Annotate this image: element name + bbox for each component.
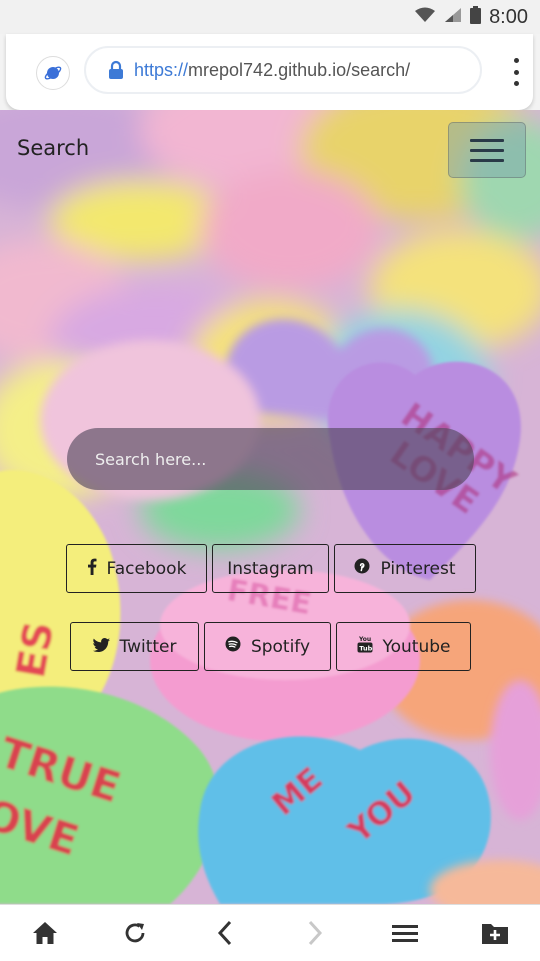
twitter-button[interactable]: Twitter [70,622,199,671]
youtube-icon: You Tube [357,635,377,658]
back-icon[interactable] [198,906,252,960]
lock-icon [108,60,124,80]
facebook-button[interactable]: Facebook [66,544,207,593]
reload-icon[interactable] [108,906,162,960]
menu-icon[interactable] [378,906,432,960]
pinterest-label: Pinterest [380,558,456,579]
add-tab-icon[interactable] [468,906,522,960]
forward-icon[interactable] [288,906,342,960]
nav-toggle-button[interactable] [448,122,526,178]
facebook-icon [87,558,97,580]
svg-text:ES: ES [8,618,63,681]
hamburger-bar [470,148,504,152]
hamburger-bar [470,158,504,162]
status-time: 8:00 [489,5,528,28]
youtube-button[interactable]: You Tube Youtube [336,622,471,671]
pinterest-button[interactable]: Pinterest [334,544,476,593]
instagram-label: Instagram [227,558,314,579]
url-bar[interactable]: https://mrepol742.github.io/search/ [84,46,482,94]
wifi-icon [414,7,436,27]
search-input[interactable] [67,428,474,490]
pinterest-icon [354,558,370,579]
home-icon[interactable] [18,906,72,960]
browser-menu-icon[interactable] [511,58,521,86]
browser-bottom-nav [0,904,540,961]
facebook-label: Facebook [106,558,187,579]
battery-icon [470,6,482,28]
browser-toolbar: https://mrepol742.github.io/search/ [6,34,533,110]
spotify-label: Spotify [250,636,311,657]
svg-text:Tube: Tube [359,645,373,653]
url-protocol: https:// [134,59,189,80]
signal-icon [444,7,462,27]
site-settings-icon[interactable] [36,56,70,90]
page-title: Search [17,136,90,160]
spotify-button[interactable]: Spotify [204,622,331,671]
twitter-icon [92,637,110,657]
candy-hearts-background: HAPPY LOVE FREE ES TRUE OVE ME YOU [0,110,540,904]
status-bar: 8:00 [0,0,540,34]
url-host: mrepol742.github.io/search/ [188,59,411,80]
svg-text:You: You [358,636,371,643]
page-content: HAPPY LOVE FREE ES TRUE OVE ME YOU [0,110,540,904]
spotify-icon [225,636,241,657]
hamburger-bar [470,138,504,142]
twitter-label: Twitter [119,636,177,657]
youtube-label: Youtube [382,636,451,657]
instagram-button[interactable]: Instagram [212,544,329,593]
